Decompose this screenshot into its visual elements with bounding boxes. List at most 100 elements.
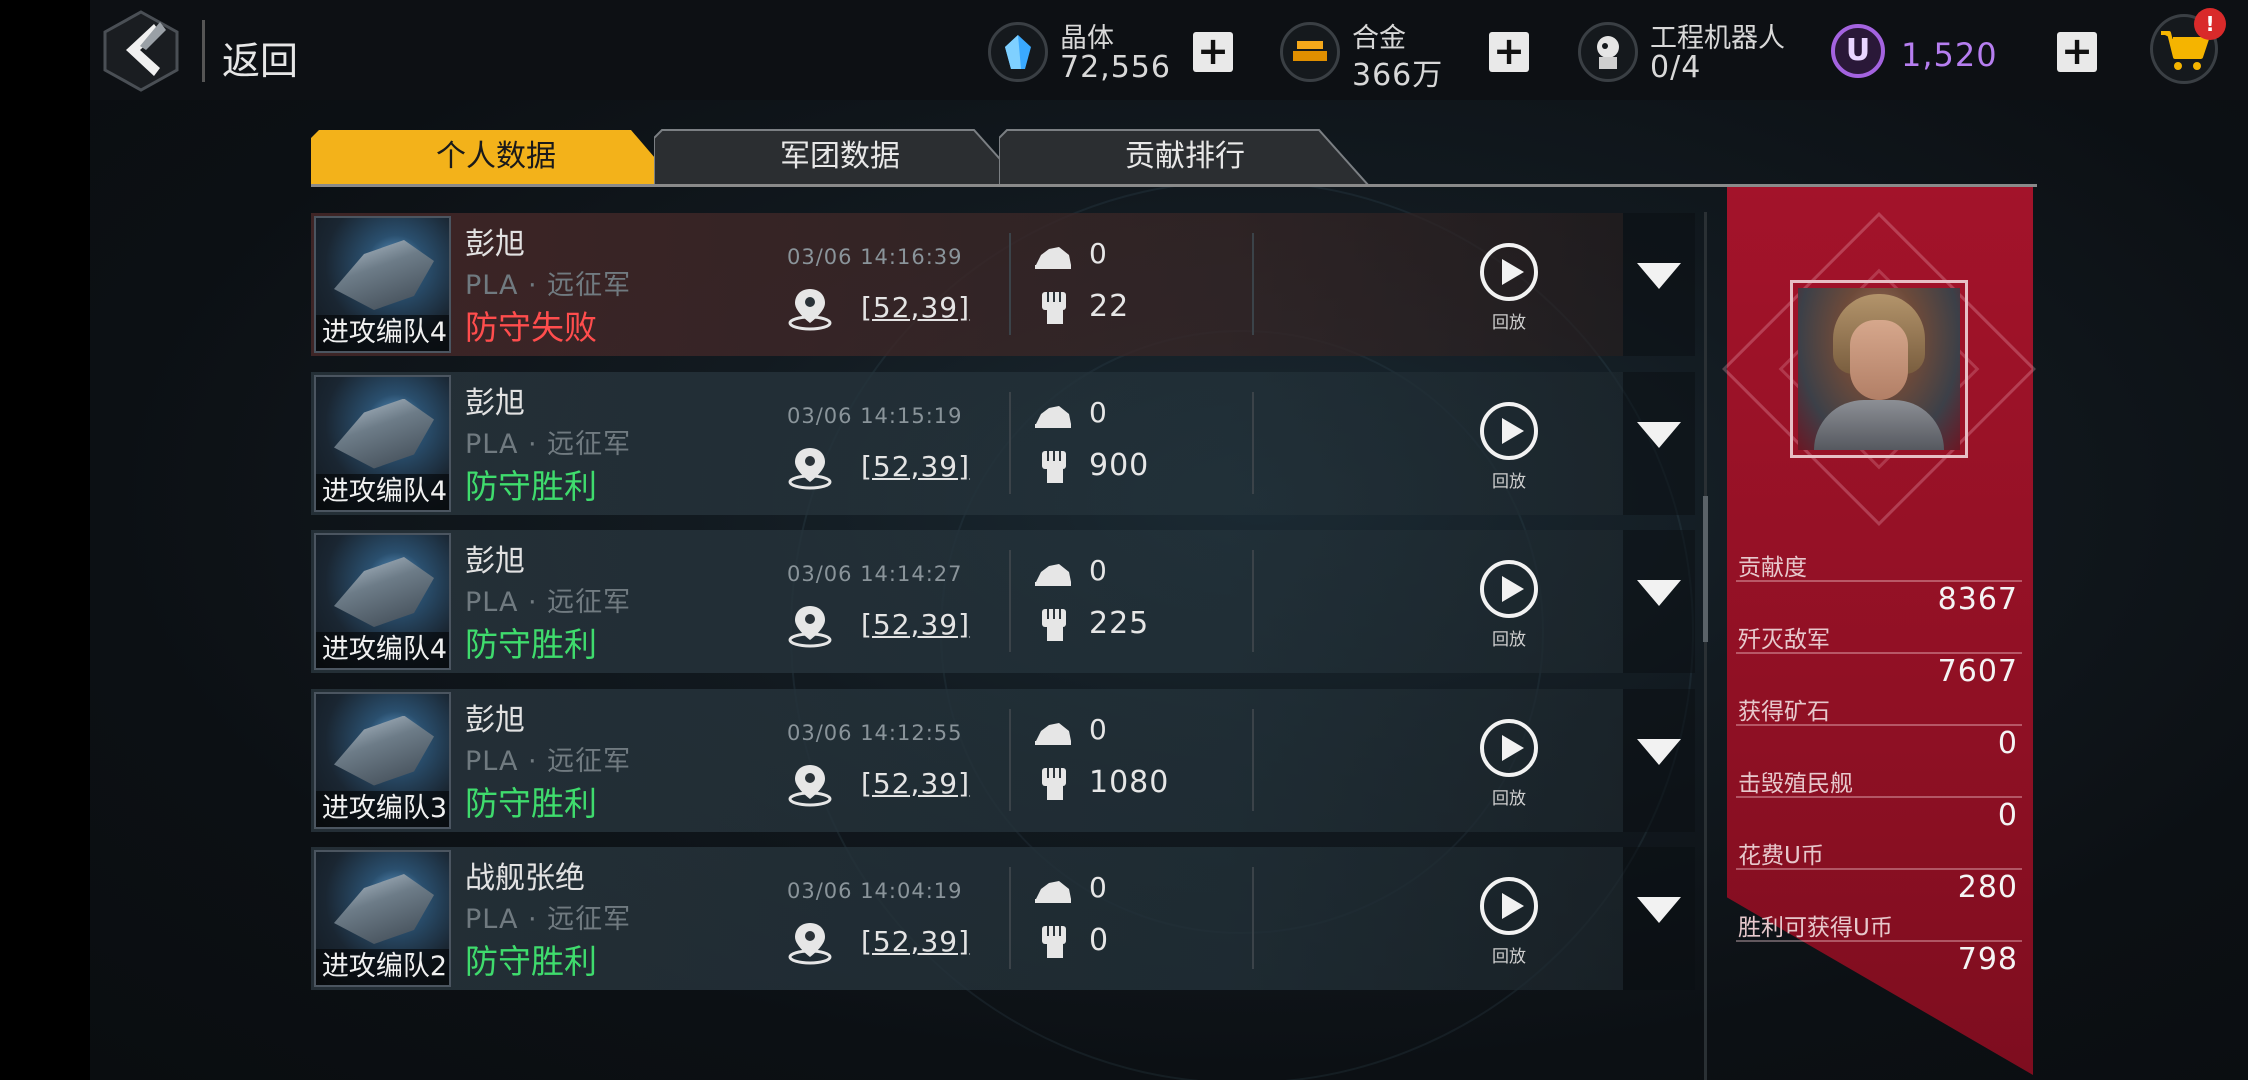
stat-value: 798 bbox=[1957, 942, 2018, 977]
replay-button[interactable] bbox=[1478, 558, 1540, 620]
column-divider bbox=[1009, 550, 1011, 652]
fist-icon bbox=[1042, 767, 1066, 800]
alloy-resource: 合金 366万 bbox=[1280, 16, 1510, 93]
battle-coordinates-link[interactable]: [52,39] bbox=[861, 291, 970, 324]
stat-value: 280 bbox=[1957, 870, 2018, 905]
robot-resource: 工程机器人 0/4 bbox=[1578, 16, 1808, 86]
replay-label[interactable]: 回放 bbox=[1477, 625, 1541, 650]
add-u-coin-button[interactable]: + bbox=[2057, 32, 2097, 72]
battle-time: 03/06 14:04:19 bbox=[787, 879, 963, 903]
fist-icon bbox=[1042, 450, 1066, 483]
battle-coordinates-link[interactable]: [52,39] bbox=[861, 450, 970, 483]
back-button[interactable] bbox=[102, 10, 180, 92]
fist-icon bbox=[1042, 292, 1066, 324]
expand-chevron-icon[interactable] bbox=[1637, 738, 1681, 765]
ore-value: 0 bbox=[1089, 871, 1107, 904]
column-divider bbox=[1009, 867, 1011, 969]
commander-portrait bbox=[1798, 288, 1960, 450]
battle-result: 防守胜利 bbox=[465, 783, 597, 823]
battle-coordinates-link[interactable]: [52,39] bbox=[861, 608, 970, 641]
replay-button[interactable] bbox=[1478, 241, 1540, 303]
ore-value: 0 bbox=[1089, 395, 1107, 429]
combat-power-value: 225 bbox=[1089, 606, 1150, 641]
tab-contribution-ranking[interactable]: 贡献排行 bbox=[999, 128, 1371, 186]
replay-label[interactable]: 回放 bbox=[1477, 942, 1541, 967]
column-divider bbox=[1009, 233, 1011, 335]
stat-value: 8367 bbox=[1937, 582, 2018, 617]
u-coin-icon: U bbox=[1831, 24, 1885, 78]
fleet-thumbnail: 进攻编队4 bbox=[314, 533, 451, 670]
header-divider bbox=[202, 20, 205, 82]
replay-label[interactable]: 回放 bbox=[1477, 308, 1541, 333]
back-label[interactable]: 返回 bbox=[222, 30, 298, 85]
combat-power-value: 1080 bbox=[1089, 764, 1170, 800]
location-pin-icon bbox=[788, 447, 832, 489]
alloy-icon bbox=[1280, 22, 1340, 82]
replay-label[interactable]: 回放 bbox=[1477, 467, 1541, 492]
battle-record-row[interactable]: 进攻编队2 战舰张绝 PLA · 远征军 防守胜利 03/06 14:04:19… bbox=[311, 847, 1695, 990]
location-pin-icon bbox=[788, 289, 832, 331]
crystal-value: 72,556 bbox=[1060, 50, 1171, 85]
warship-image bbox=[334, 715, 434, 786]
column-divider bbox=[1252, 391, 1254, 494]
add-alloy-button[interactable]: + bbox=[1489, 32, 1529, 72]
expand-chevron-icon[interactable] bbox=[1637, 580, 1681, 606]
column-divider bbox=[1252, 708, 1254, 811]
stat-label: 胜利可获得U币 bbox=[1738, 915, 1893, 941]
battle-time: 03/06 14:15:19 bbox=[787, 403, 963, 428]
warship-image bbox=[334, 240, 434, 310]
player-name: 彭旭 bbox=[465, 385, 525, 421]
combat-power-value: 900 bbox=[1089, 447, 1150, 483]
guild-name: PLA · 远征军 bbox=[465, 904, 632, 935]
tab-label: 贡献排行 bbox=[1125, 139, 1245, 174]
tab-personal-data[interactable]: 个人数据 bbox=[311, 128, 681, 186]
expand-chevron-icon[interactable] bbox=[1637, 263, 1681, 289]
replay-label[interactable]: 回放 bbox=[1477, 784, 1541, 809]
fleet-thumbnail: 进攻编队4 bbox=[314, 216, 451, 353]
cart-notification-badge: ! bbox=[2194, 8, 2226, 40]
location-pin-icon bbox=[788, 923, 832, 965]
u-coin-value: 1,520 bbox=[1901, 36, 1998, 74]
tab-underline bbox=[311, 184, 2037, 187]
battle-record-row[interactable]: 进攻编队4 彭旭 PLA · 远征军 防守胜利 03/06 14:15:19 [… bbox=[311, 371, 1695, 515]
ore-icon bbox=[1035, 881, 1071, 903]
warship-image bbox=[334, 874, 434, 944]
player-name: 战舰张绝 bbox=[465, 861, 585, 896]
column-divider bbox=[1252, 550, 1254, 652]
expand-chevron-icon[interactable] bbox=[1637, 421, 1681, 448]
location-pin-icon bbox=[788, 606, 832, 648]
stat-label: 贡献度 bbox=[1738, 555, 1807, 581]
battle-coordinates-link[interactable]: [52,39] bbox=[861, 925, 970, 958]
battle-record-row[interactable]: 进攻编队4 彭旭 PLA · 远征军 防守胜利 03/06 14:14:27 [… bbox=[311, 530, 1695, 673]
fleet-thumbnail: 进攻编队4 bbox=[314, 374, 451, 512]
tab-legion-data[interactable]: 军团数据 bbox=[654, 128, 1026, 186]
stat-label: 获得矿石 bbox=[1738, 699, 1830, 725]
stat-value: 0 bbox=[1997, 726, 2018, 761]
expand-chevron-icon[interactable] bbox=[1637, 897, 1681, 923]
stat-label: 歼灭敌军 bbox=[1738, 627, 1830, 653]
ore-value: 0 bbox=[1089, 554, 1107, 587]
stat-label: 击毁殖民舰 bbox=[1738, 771, 1853, 797]
replay-button[interactable] bbox=[1478, 717, 1540, 779]
guild-name: PLA · 远征军 bbox=[465, 270, 632, 301]
replay-button[interactable] bbox=[1478, 875, 1540, 937]
battle-time: 03/06 14:14:27 bbox=[787, 562, 963, 586]
battle-time: 03/06 14:16:39 bbox=[787, 245, 963, 269]
location-pin-icon bbox=[788, 764, 832, 806]
alloy-value: 366万 bbox=[1352, 58, 1444, 93]
add-crystal-button[interactable]: + bbox=[1193, 32, 1233, 72]
ore-icon bbox=[1035, 564, 1071, 586]
battle-result: 防守胜利 bbox=[465, 942, 597, 981]
replay-button[interactable] bbox=[1478, 400, 1540, 462]
fleet-name: 进攻编队4 bbox=[316, 315, 449, 351]
stat-value: 7607 bbox=[1937, 654, 2018, 689]
battle-record-row[interactable]: 进攻编队4 彭旭 PLA · 远征军 防守失败 03/06 14:16:39 [… bbox=[311, 213, 1695, 356]
scrollbar-track[interactable] bbox=[1704, 212, 1707, 1080]
battle-result: 防守胜利 bbox=[465, 625, 597, 664]
column-divider bbox=[1252, 233, 1254, 335]
battle-record-row[interactable]: 进攻编队3 彭旭 PLA · 远征军 防守胜利 03/06 14:12:55 [… bbox=[311, 688, 1695, 832]
battle-result: 防守胜利 bbox=[465, 466, 597, 506]
ore-value: 0 bbox=[1089, 712, 1107, 746]
scrollbar-thumb[interactable] bbox=[1703, 496, 1708, 642]
battle-coordinates-link[interactable]: [52,39] bbox=[861, 767, 970, 800]
